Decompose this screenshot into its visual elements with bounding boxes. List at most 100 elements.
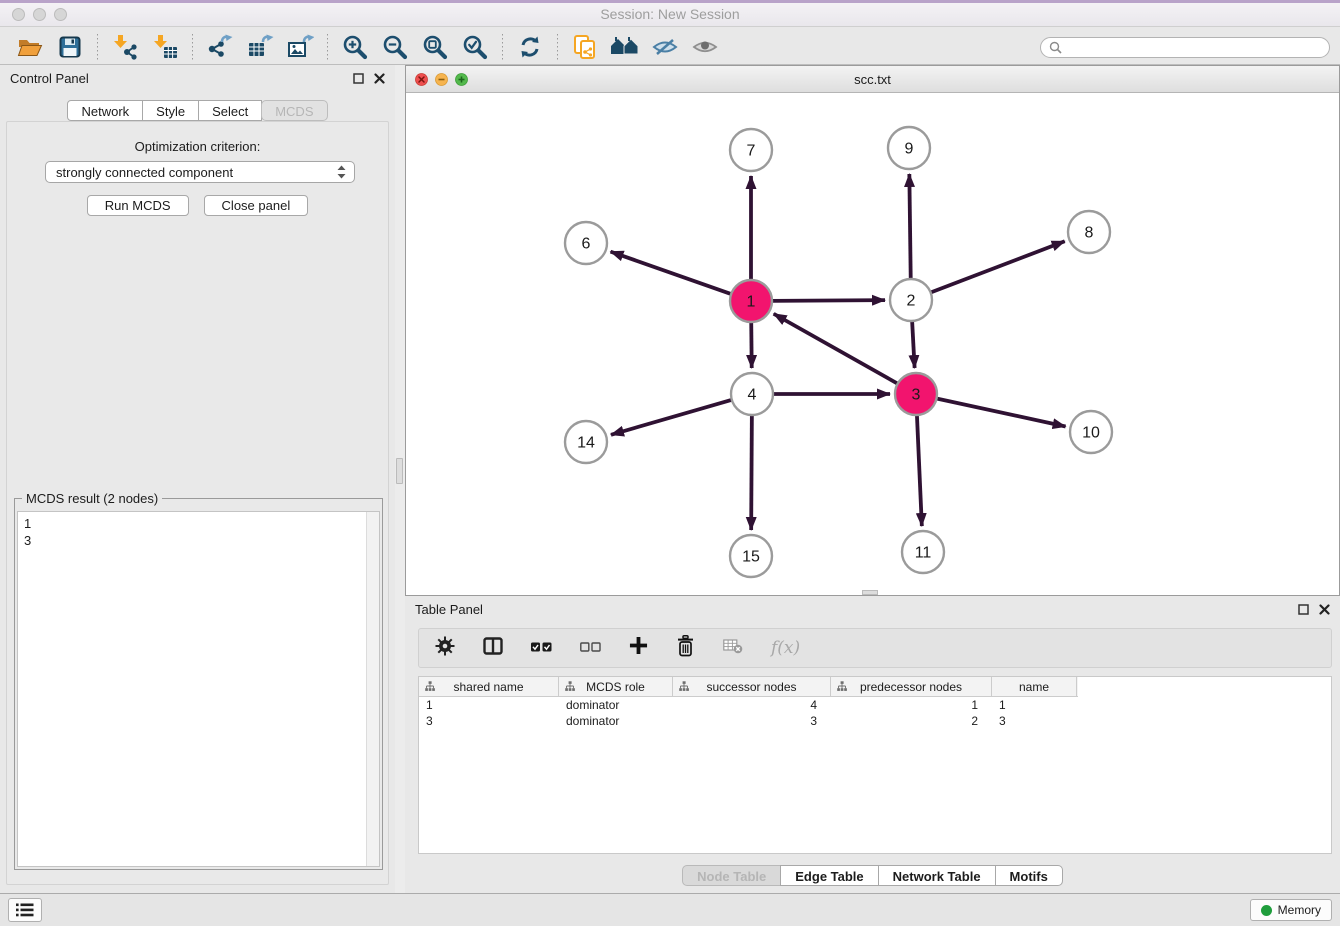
graph-edge-1-2[interactable]	[772, 300, 885, 301]
show-columns-button[interactable]	[483, 637, 503, 660]
tab-style[interactable]: Style	[142, 100, 199, 121]
graph-edge-2-3[interactable]	[912, 321, 915, 368]
graph-edge-3-10[interactable]	[937, 398, 1066, 426]
tab-network-table[interactable]: Network Table	[878, 865, 996, 886]
graph-edge-2-8[interactable]	[931, 241, 1065, 292]
network-graph-canvas[interactable]: 7 9 6 8 1 2 4 3 14 10 15 11	[406, 93, 1339, 595]
table-cell[interactable]: 4	[673, 698, 831, 712]
open-session-button[interactable]	[15, 32, 45, 62]
tab-mcds[interactable]: MCDS	[261, 100, 327, 121]
graph-node-14[interactable]: 14	[565, 421, 607, 463]
tab-node-table[interactable]: Node Table	[682, 865, 781, 886]
graph-node-8[interactable]: 8	[1068, 211, 1110, 253]
float-table-panel-button[interactable]	[1298, 604, 1309, 615]
export-table-icon	[247, 34, 274, 60]
delete-columns-button[interactable]	[676, 635, 695, 662]
graph-node-3[interactable]: 3	[895, 373, 937, 415]
graph-edge-1-6[interactable]	[611, 252, 732, 294]
svg-text:8: 8	[1085, 225, 1094, 242]
export-table-button[interactable]	[245, 32, 275, 62]
function-builder-button[interactable]: f(x)	[771, 638, 800, 658]
vertical-splitter[interactable]	[395, 65, 405, 893]
export-network-button[interactable]	[205, 32, 235, 62]
graph-node-9[interactable]: 9	[888, 127, 930, 169]
import-network-button[interactable]	[110, 32, 140, 62]
save-session-button[interactable]	[55, 32, 85, 62]
svg-text:3: 3	[912, 387, 921, 404]
close-panel-button[interactable]	[374, 73, 385, 84]
graph-edge-2-9[interactable]	[909, 174, 910, 279]
table-cell[interactable]: 3	[992, 714, 1077, 728]
hide-details-button[interactable]	[650, 32, 680, 62]
refresh-layout-button[interactable]	[515, 32, 545, 62]
table-cell[interactable]: 1	[831, 698, 992, 712]
export-image-icon	[287, 34, 314, 60]
copy-view-button[interactable]	[570, 32, 600, 62]
close-table-panel-button[interactable]	[1319, 604, 1330, 615]
create-column-button[interactable]	[629, 636, 648, 660]
column-header-predecessor-nodes[interactable]: predecessor nodes	[831, 677, 992, 696]
unselect-all-columns-button[interactable]	[580, 639, 601, 657]
search-input[interactable]	[1067, 39, 1321, 56]
tab-network[interactable]: Network	[67, 100, 143, 121]
graph-node-4[interactable]: 4	[731, 373, 773, 415]
graph-node-10[interactable]: 10	[1070, 411, 1112, 453]
main-toolbar	[0, 30, 1340, 65]
splitter-grip[interactable]	[396, 458, 403, 484]
graph-node-1[interactable]: 1	[730, 280, 772, 322]
select-all-columns-button[interactable]	[531, 639, 552, 657]
home-button[interactable]	[610, 32, 640, 62]
zoom-out-button[interactable]	[380, 32, 410, 62]
close-panel-button-2[interactable]: Close panel	[204, 195, 309, 216]
column-header-shared-name[interactable]: shared name	[419, 677, 559, 696]
export-image-button[interactable]	[285, 32, 315, 62]
memory-button[interactable]: Memory	[1250, 899, 1332, 921]
mcds-result-line: 3	[24, 532, 373, 549]
result-scrollbar[interactable]	[366, 512, 379, 866]
graph-edge-4-14[interactable]	[611, 400, 732, 435]
zoom-fit-button[interactable]	[420, 32, 450, 62]
task-history-button[interactable]	[8, 898, 42, 922]
zoom-in-button[interactable]	[340, 32, 370, 62]
column-header-name[interactable]: name	[992, 677, 1077, 696]
table-cell[interactable]: 3	[673, 714, 831, 728]
graph-node-2[interactable]: 2	[890, 279, 932, 321]
graph-node-11[interactable]: 11	[902, 531, 944, 573]
search-box[interactable]	[1040, 37, 1330, 58]
svg-text:1: 1	[747, 294, 756, 311]
column-header-successor-nodes[interactable]: successor nodes	[673, 677, 831, 696]
graph-node-7[interactable]: 7	[730, 129, 772, 171]
show-details-button[interactable]	[690, 32, 720, 62]
close-icon	[374, 73, 385, 84]
column-header-MCDS-role[interactable]: MCDS role	[559, 677, 673, 696]
horizontal-splitter-grip[interactable]	[862, 590, 878, 595]
mcds-result-list[interactable]: 13	[17, 511, 380, 867]
table-cell[interactable]: 3	[419, 714, 559, 728]
optimization-select[interactable]: strongly connected component	[45, 161, 355, 183]
graph-node-6[interactable]: 6	[565, 222, 607, 264]
table-settings-button[interactable]	[435, 636, 455, 661]
table-cell[interactable]: dominator	[559, 714, 673, 728]
graph-edge-3-11[interactable]	[917, 415, 922, 526]
table-cell[interactable]: dominator	[559, 698, 673, 712]
tab-edge-table[interactable]: Edge Table	[780, 865, 878, 886]
graph-edge-4-15[interactable]	[751, 415, 752, 530]
tab-motifs[interactable]: Motifs	[995, 865, 1063, 886]
import-table-button[interactable]	[150, 32, 180, 62]
hierarchy-icon	[425, 681, 435, 692]
table-cell[interactable]: 2	[831, 714, 992, 728]
table-row[interactable]: 1dominator411	[419, 697, 1331, 713]
memory-label: Memory	[1278, 903, 1321, 917]
tab-select[interactable]: Select	[198, 100, 262, 121]
table-cell[interactable]: 1	[419, 698, 559, 712]
graph-edge-3-1[interactable]	[774, 314, 898, 384]
right-column: scc.txt 7968124314101511 Table Panel	[405, 65, 1340, 893]
zoom-selected-button[interactable]	[460, 32, 490, 62]
graph-node-15[interactable]: 15	[730, 535, 772, 577]
table-cell[interactable]: 1	[992, 698, 1077, 712]
run-mcds-button[interactable]: Run MCDS	[87, 195, 189, 216]
delete-table-button[interactable]	[723, 638, 743, 659]
float-panel-button[interactable]	[353, 73, 364, 84]
table-row[interactable]: 3dominator323	[419, 713, 1331, 729]
trash-icon	[676, 635, 695, 657]
